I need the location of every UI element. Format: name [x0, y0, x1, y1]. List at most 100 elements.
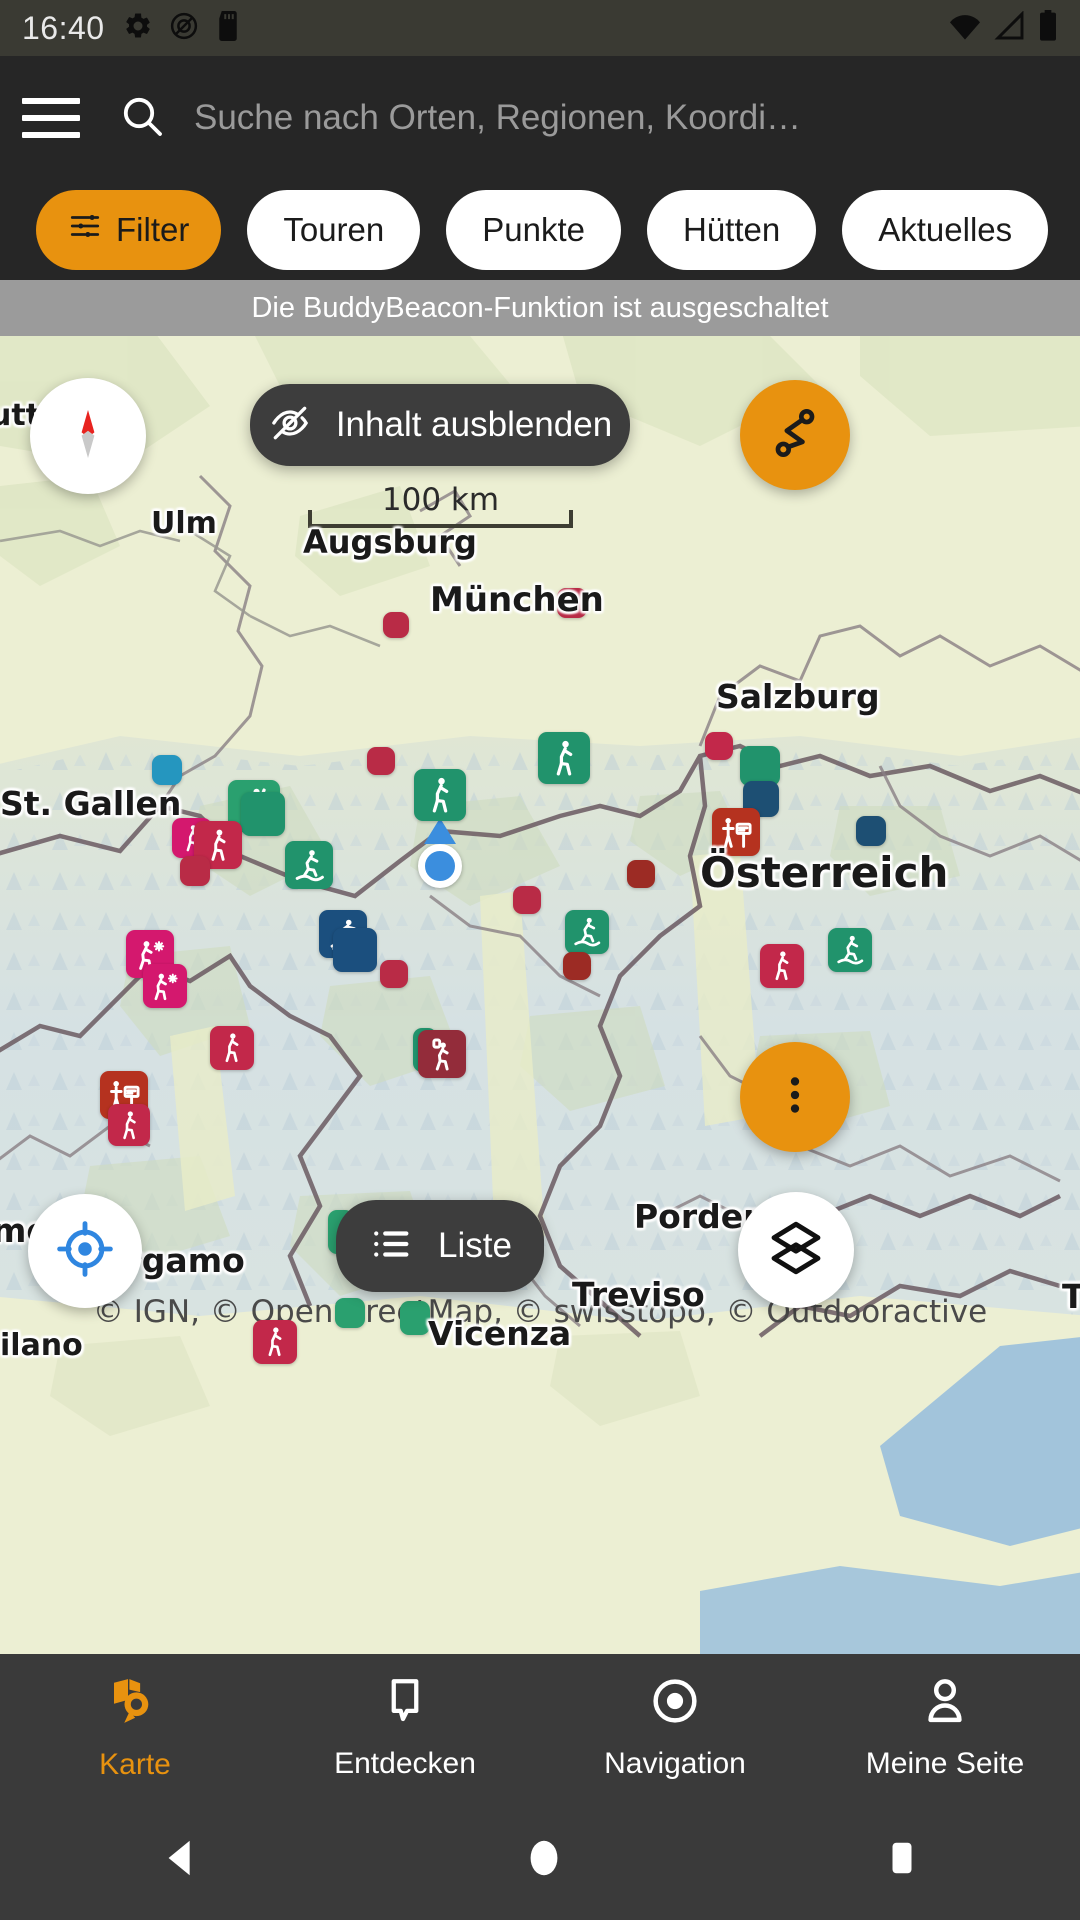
back-button[interactable] [159, 1835, 205, 1886]
map-poi-hiker[interactable] [538, 732, 590, 784]
backpacker-icon [424, 1036, 461, 1073]
skater-icon [570, 915, 604, 949]
cellular-signal-icon [994, 9, 1026, 46]
map-layers-button[interactable] [738, 1192, 854, 1308]
map-poi-cluster[interactable] [333, 928, 377, 972]
hiker-icon [544, 738, 585, 779]
tab-label-navigation: Navigation [604, 1746, 746, 1780]
wifi-icon [948, 11, 982, 46]
list-label: Liste [438, 1226, 512, 1265]
hide-content-button[interactable]: Inhalt ausblenden [250, 384, 630, 466]
user-position-marker [418, 818, 462, 888]
map-poi-cluster[interactable] [380, 960, 408, 988]
chip-label-punkte: Punkte [482, 211, 585, 248]
list-view-button[interactable]: Liste [336, 1200, 544, 1292]
home-button[interactable] [524, 1835, 564, 1886]
map-canvas[interactable]: 100 km © IGN, © OpenStreetMap, © swissto… [0, 336, 1080, 1654]
chip-label-filter: Filter [116, 211, 190, 248]
tab-navigation[interactable]: Navigation [540, 1674, 810, 1781]
map-poi-skater[interactable] [828, 928, 872, 972]
route-planner-button[interactable] [740, 380, 850, 490]
crosshair-locate-icon [56, 1220, 114, 1283]
sd-card-icon [215, 10, 241, 46]
target-icon [648, 1674, 702, 1733]
settings-gear-icon [123, 11, 153, 46]
skater-icon [291, 847, 328, 884]
map-poi-cluster[interactable] [740, 746, 780, 786]
tab-label-entdecken: Entdecken [334, 1746, 476, 1780]
map-poi-cluster[interactable] [335, 1298, 365, 1328]
map-poi-cluster[interactable] [152, 755, 182, 785]
hiker-icon [765, 949, 799, 983]
map-poi-cluster[interactable] [557, 588, 587, 618]
more-vertical-icon [770, 1070, 820, 1125]
tab-karte[interactable]: Karte [0, 1673, 270, 1782]
chip-huetten[interactable]: Hütten [647, 190, 817, 270]
map-poi-winter-hiker[interactable] [143, 964, 187, 1008]
compass-button[interactable] [30, 378, 146, 494]
filter-chip-row: Filter Touren Punkte Hütten Aktuelles [0, 180, 1080, 280]
tab-label-karte: Karte [99, 1747, 171, 1781]
buddybeacon-banner[interactable]: Die BuddyBeacon-Funktion ist ausgeschalt… [0, 280, 1080, 336]
hiker-icon [215, 1031, 249, 1065]
status-icons-right [948, 9, 1058, 47]
list-icon [368, 1221, 414, 1272]
battery-icon [1038, 9, 1058, 47]
hiker-icon [113, 1109, 146, 1142]
hamburger-menu-icon[interactable] [22, 98, 112, 138]
hiker-icon [420, 775, 461, 816]
recents-button[interactable] [883, 1835, 921, 1886]
map-poi-skater[interactable] [565, 910, 609, 954]
locate-me-button[interactable] [28, 1194, 142, 1308]
banner-text: Die BuddyBeacon-Funktion ist ausgeschalt… [251, 291, 829, 324]
status-clock: 16:40 [22, 9, 105, 46]
chip-aktuelles[interactable]: Aktuelles [842, 190, 1049, 270]
chip-touren[interactable]: Touren [247, 190, 421, 270]
map-poi-cluster[interactable] [400, 1301, 430, 1335]
app-bar: Suche nach Orten, Regionen, Koordi… [0, 56, 1080, 180]
tab-label-meine-seite: Meine Seite [865, 1746, 1025, 1780]
map-poi-backpacker[interactable] [418, 1030, 466, 1078]
info-board-icon [718, 814, 755, 851]
discover-pin-icon [378, 1674, 432, 1733]
map-poi-cluster[interactable] [856, 816, 886, 846]
bottom-tab-bar: Karte Entdecken Navigation Meine Seite [0, 1654, 1080, 1800]
chip-filter[interactable]: Filter [36, 190, 222, 270]
map-poi-cluster[interactable] [513, 886, 541, 914]
map-poi-cluster[interactable] [241, 792, 285, 836]
hiker-icon [258, 1325, 292, 1359]
hide-content-label: Inhalt ausblenden [335, 405, 613, 444]
tab-entdecken[interactable]: Entdecken [270, 1674, 540, 1781]
search-input-placeholder[interactable]: Suche nach Orten, Regionen, Koordi… [194, 98, 801, 138]
map-poi-hiker[interactable] [760, 944, 804, 988]
search-bar[interactable]: Suche nach Orten, Regionen, Koordi… [118, 92, 1080, 145]
position-dot-icon [418, 844, 462, 888]
map-poi-cluster[interactable] [367, 747, 395, 775]
map-search-icon [107, 1673, 163, 1734]
map-poi-skater[interactable] [285, 841, 333, 889]
chip-label-huetten: Hütten [683, 211, 781, 248]
android-nav-bar [0, 1800, 1080, 1920]
route-track-icon [767, 405, 823, 466]
map-poi-cluster[interactable] [563, 952, 591, 980]
android-status-bar: 16:40 [0, 0, 1080, 56]
chip-label-aktuelles: Aktuelles [878, 211, 1013, 248]
filter-sliders-icon [68, 209, 102, 251]
map-poi-cluster[interactable] [383, 612, 409, 638]
search-icon [118, 92, 166, 145]
map-poi-hiker[interactable] [253, 1320, 297, 1364]
status-icons-left [123, 10, 241, 46]
map-poi-cluster[interactable] [627, 860, 655, 888]
map-poi-info-board[interactable] [712, 808, 760, 856]
tab-meine-seite[interactable]: Meine Seite [810, 1674, 1080, 1781]
map-poi-hiker[interactable] [108, 1104, 150, 1146]
map-poi-hiker[interactable] [210, 1026, 254, 1070]
chip-punkte[interactable]: Punkte [446, 190, 621, 270]
winter-hiker-icon [148, 969, 182, 1003]
do-not-disturb-icon [169, 11, 199, 46]
map-poi-hiker[interactable] [414, 769, 466, 821]
map-poi-cluster[interactable] [705, 732, 733, 760]
map-poi-cluster[interactable] [180, 856, 210, 886]
map-more-options-button[interactable] [740, 1042, 850, 1152]
skater-icon [833, 933, 867, 967]
